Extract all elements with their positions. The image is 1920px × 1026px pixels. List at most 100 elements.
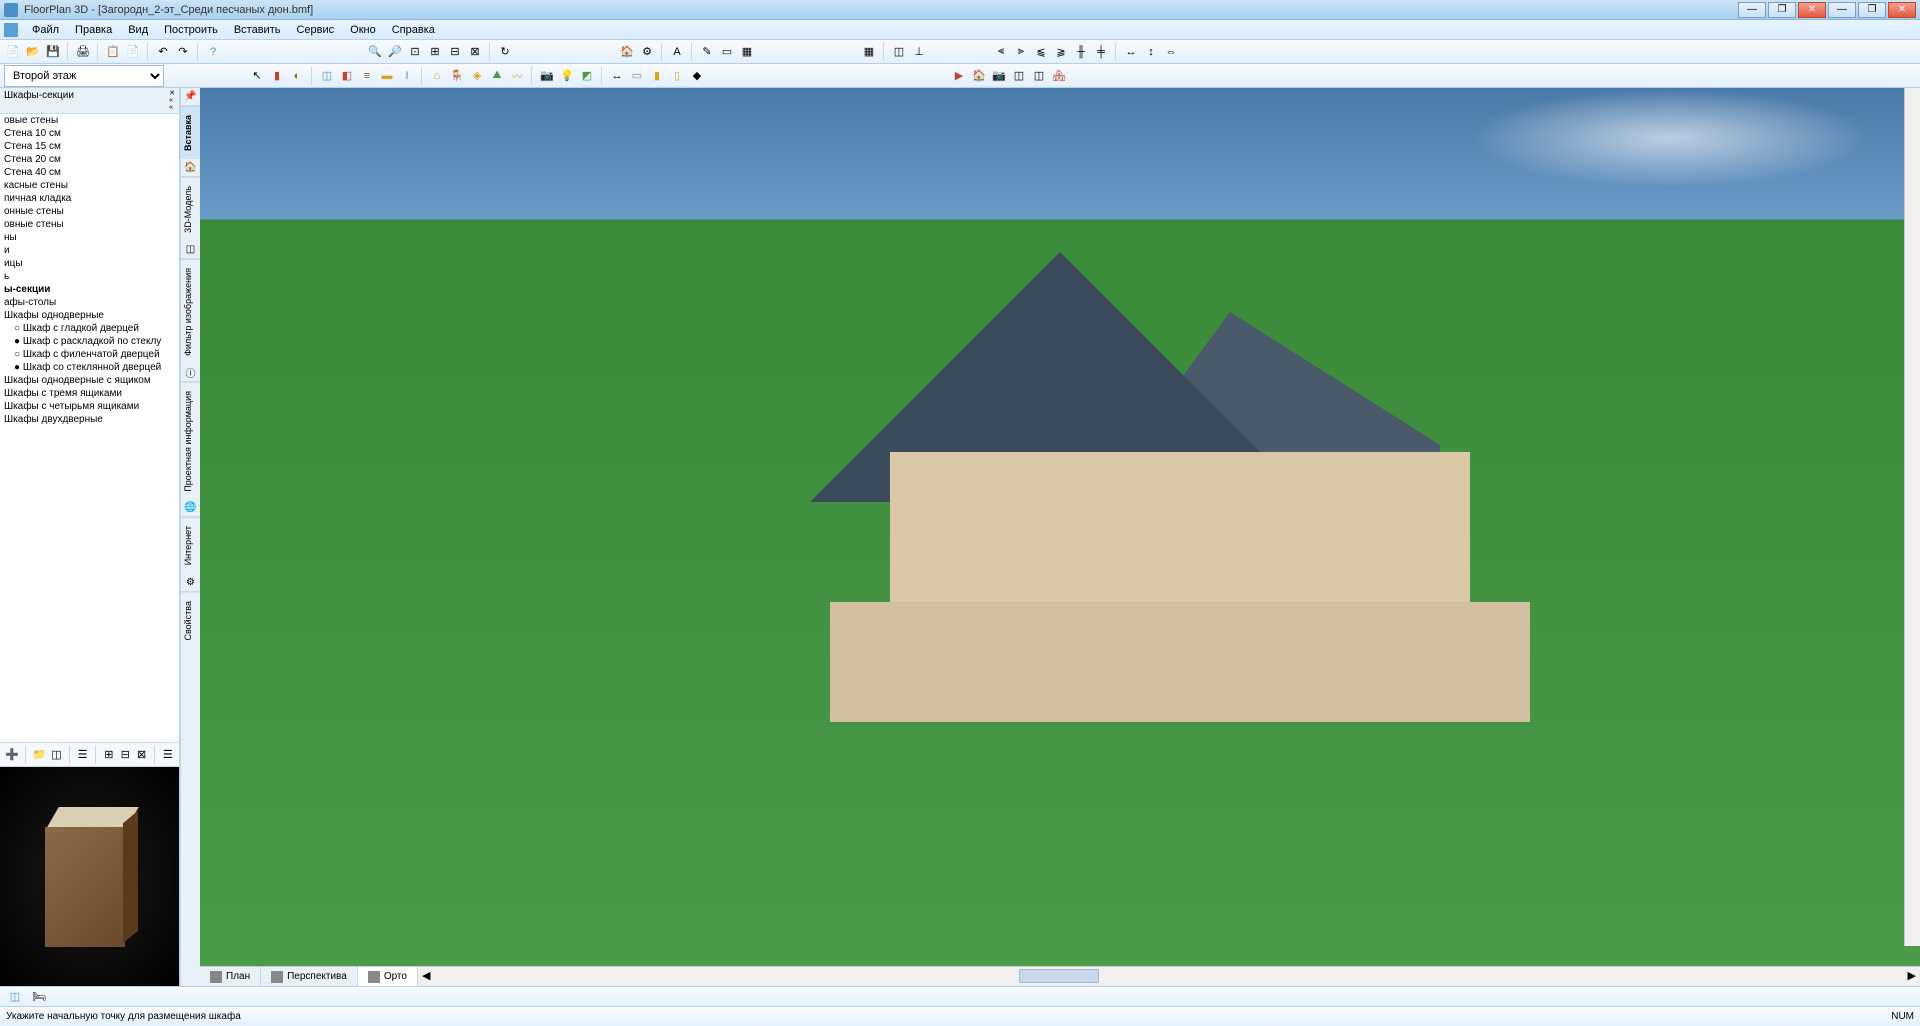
catalog-add-icon[interactable]: ➕	[4, 746, 20, 764]
mdi-minimize-button[interactable]: —	[1828, 2, 1856, 18]
vtab-filter-icon[interactable]: ◫	[181, 241, 200, 259]
catalog-item[interactable]: Стена 40 см	[0, 166, 179, 179]
zoom-fit-icon[interactable]: ⊞	[426, 43, 444, 61]
bottom-tool-1-icon[interactable]: ◫	[6, 988, 24, 1006]
align-top-icon[interactable]: ⫺	[1052, 43, 1070, 61]
view-tab-ortho[interactable]: Орто	[358, 967, 418, 986]
maximize-button[interactable]: ❐	[1768, 2, 1796, 18]
import-icon[interactable]: ◫	[1030, 67, 1048, 85]
panel-expand-icon[interactable]: «	[169, 104, 175, 111]
catalog-item[interactable]: ы-секции	[0, 283, 179, 296]
walkthrough-icon[interactable]: 🏠	[970, 67, 988, 85]
align-bottom-icon[interactable]: ╪	[1092, 43, 1110, 61]
view-tab-plan[interactable]: План	[200, 967, 261, 986]
library-icon[interactable]: 🏘	[1050, 67, 1068, 85]
catalog-item[interactable]: Шкафы с тремя ящиками	[0, 387, 179, 400]
viewport-scrollbar-h[interactable]: ◀ ▶	[418, 967, 1920, 986]
mdi-close-button[interactable]: ✕	[1888, 2, 1916, 18]
paste-icon[interactable]: 📄	[124, 43, 142, 61]
panel-close-icon[interactable]: ✕	[169, 90, 175, 97]
opening-tool-icon[interactable]: ◧	[338, 67, 356, 85]
distribute-v-icon[interactable]: ↕	[1142, 43, 1160, 61]
dimension-tool-icon[interactable]: ↔	[608, 67, 626, 85]
catalog-item[interactable]: Шкаф с филенчатой дверцей	[0, 348, 179, 361]
vtab-pin-icon[interactable]: 📌	[181, 88, 200, 106]
catalog-item[interactable]: Шкаф с гладкой дверцей	[0, 322, 179, 335]
note-tool-icon[interactable]: ▮	[648, 67, 666, 85]
vtab-3d-model[interactable]: 3D-Модель	[181, 177, 200, 241]
scroll-right-icon[interactable]: ▶	[1908, 969, 1916, 982]
catalog-item[interactable]: ь	[0, 270, 179, 283]
text-tool-icon[interactable]: A	[668, 43, 686, 61]
column-tool-icon[interactable]: ▬	[378, 67, 396, 85]
menu-view[interactable]: Вид	[120, 22, 156, 38]
align-right-icon[interactable]: ⫹	[1032, 43, 1050, 61]
pattern-draw-icon[interactable]: ▦	[738, 43, 756, 61]
catalog-view3-icon[interactable]: ⊠	[134, 746, 148, 764]
line-draw-icon[interactable]: ✎	[698, 43, 716, 61]
label-tool-icon[interactable]: ▯	[668, 67, 686, 85]
catalog-item[interactable]: афы-столы	[0, 296, 179, 309]
render-icon[interactable]: 🏠	[618, 43, 636, 61]
zoom-window-icon[interactable]: ⊡	[406, 43, 424, 61]
roof-tool-icon[interactable]: ⌂	[428, 67, 446, 85]
door-tool-icon[interactable]: ◐	[288, 67, 306, 85]
zoom-in-icon[interactable]: 🔍	[366, 43, 384, 61]
align-center-h-icon[interactable]: ⫸	[1012, 43, 1030, 61]
minimize-button[interactable]: —	[1738, 2, 1766, 18]
align-left-icon[interactable]: ⫷	[992, 43, 1010, 61]
catalog-item[interactable]: Стена 20 см	[0, 153, 179, 166]
window-tool-icon[interactable]: ◫	[318, 67, 336, 85]
light-tool-icon[interactable]: 💡	[558, 67, 576, 85]
menu-insert[interactable]: Вставить	[226, 22, 289, 38]
terrain-tool-icon[interactable]: ⛰	[488, 67, 506, 85]
vtab-props-icon[interactable]: ⚙	[181, 574, 200, 592]
redo-icon[interactable]: ↷	[174, 43, 192, 61]
ortho-icon[interactable]: ⊥	[910, 43, 928, 61]
catalog-item[interactable]: пичная кладка	[0, 192, 179, 205]
catalog-item[interactable]: Шкафы двухдверные	[0, 413, 179, 426]
refresh-icon[interactable]: ↻	[496, 43, 514, 61]
catalog-list[interactable]: овые стеныСтена 10 смСтена 15 смСтена 20…	[0, 114, 179, 742]
vtab-info-icon[interactable]: ⓘ	[181, 364, 200, 382]
catalog-item[interactable]: онные стены	[0, 205, 179, 218]
path-tool-icon[interactable]: 〰	[508, 67, 526, 85]
help-icon[interactable]: ?	[204, 43, 222, 61]
floor-selector[interactable]: Второй этаж	[4, 65, 164, 87]
open-file-icon[interactable]: 📂	[24, 43, 42, 61]
catalog-item[interactable]: Шкаф с раскладкой по стеклу	[0, 335, 179, 348]
print-icon[interactable]: 🖨	[74, 43, 92, 61]
menu-window[interactable]: Окно	[342, 22, 384, 38]
scroll-thumb[interactable]	[1019, 969, 1099, 983]
furniture-tool-icon[interactable]: 🪑	[448, 67, 466, 85]
snap-icon[interactable]: ◫	[890, 43, 908, 61]
menu-build[interactable]: Построить	[156, 22, 226, 38]
catalog-item-icon[interactable]: ◫	[49, 746, 63, 764]
misc-tool-icon[interactable]: ◆	[688, 67, 706, 85]
copy-icon[interactable]: 📋	[104, 43, 122, 61]
catalog-list-icon[interactable]: ☰	[75, 746, 89, 764]
zoom-extents-icon[interactable]: ⊟	[446, 43, 464, 61]
catalog-item[interactable]: Шкафы однодверные с ящиком	[0, 374, 179, 387]
menu-edit[interactable]: Правка	[67, 22, 120, 38]
vtab-insert[interactable]: Вставка	[181, 106, 200, 159]
vtab-image-filter[interactable]: Фильтр изображения	[181, 259, 200, 364]
mdi-maximize-button[interactable]: ❐	[1858, 2, 1886, 18]
rect-draw-icon[interactable]: ▭	[718, 43, 736, 61]
catalog-item[interactable]: овные стены	[0, 218, 179, 231]
distribute-h-icon[interactable]: ↔	[1122, 43, 1140, 61]
grid-icon[interactable]: ▦	[860, 43, 878, 61]
undo-icon[interactable]: ↶	[154, 43, 172, 61]
vtab-3d-icon[interactable]: 🏠	[181, 159, 200, 177]
zoom-previous-icon[interactable]: ⊠	[466, 43, 484, 61]
beam-tool-icon[interactable]: I	[398, 67, 416, 85]
scroll-left-icon[interactable]: ◀	[422, 969, 430, 982]
stairs-tool-icon[interactable]: ≡	[358, 67, 376, 85]
new-file-icon[interactable]: 📄	[4, 43, 22, 61]
wall-tool-icon[interactable]: ▮	[268, 67, 286, 85]
catalog-folder-icon[interactable]: 📁	[31, 746, 47, 764]
catalog-sort-icon[interactable]: ☰	[161, 746, 175, 764]
zoom-out-icon[interactable]: 🔎	[386, 43, 404, 61]
view-tab-perspective[interactable]: Перспектива	[261, 967, 358, 986]
vtab-internet[interactable]: Интернет	[181, 517, 200, 573]
